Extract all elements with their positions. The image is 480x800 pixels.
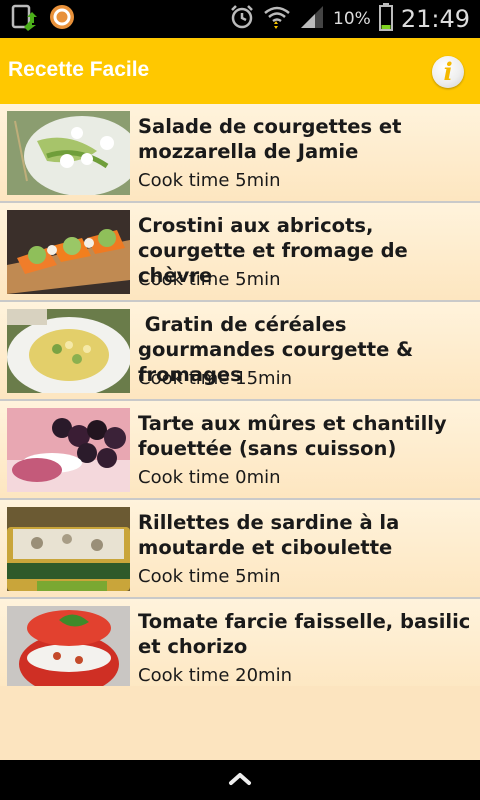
recipe-title: Salade de courgettes et mozzarella de Ja… bbox=[138, 115, 409, 163]
cook-time: Cook time 15min bbox=[138, 368, 292, 389]
system-status: 10% 21:49 bbox=[229, 0, 470, 38]
app-title: Recette Facile bbox=[8, 58, 150, 81]
list-item[interactable]: Crostini aux abricots, courgette et from… bbox=[0, 203, 480, 302]
recipe-thumbnail bbox=[7, 606, 130, 686]
recipe-thumbnail bbox=[7, 507, 130, 591]
info-button[interactable]: i bbox=[432, 56, 464, 88]
list-item[interactable]: Tomate farcie faisselle, basilic et chor… bbox=[0, 599, 480, 686]
recipe-thumbnail bbox=[7, 111, 130, 195]
alarm-icon bbox=[229, 4, 255, 34]
cook-time: Cook time 20min bbox=[138, 665, 292, 686]
action-bar: Recette Facile i bbox=[0, 38, 480, 104]
cook-time: Cook time 5min bbox=[138, 170, 281, 191]
chevron-up-icon[interactable] bbox=[228, 770, 252, 792]
app-notification-icon bbox=[48, 3, 76, 35]
recipe-thumbnail bbox=[7, 210, 130, 294]
cook-time: Cook time 5min bbox=[138, 566, 281, 587]
list-item[interactable]: Salade de courgettes et mozzarella de Ja… bbox=[0, 104, 480, 203]
signal-icon bbox=[299, 4, 325, 34]
recipe-title: Tomate farcie faisselle, basilic et chor… bbox=[138, 610, 478, 658]
info-icon: i bbox=[443, 57, 453, 86]
list-item[interactable]: Rillettes de sardine à la moutarde et ci… bbox=[0, 500, 480, 599]
battery-percent: 10% bbox=[333, 9, 371, 29]
clock: 21:49 bbox=[400, 5, 470, 33]
recipe-title: Tarte aux mûres et chantilly fouettée (s… bbox=[138, 412, 454, 460]
upload-notification-icon bbox=[10, 3, 38, 35]
wifi-icon bbox=[263, 4, 291, 34]
cook-time: Cook time 5min bbox=[138, 269, 281, 290]
cook-time: Cook time 0min bbox=[138, 467, 281, 488]
notification-area bbox=[10, 4, 76, 34]
recipe-thumbnail bbox=[7, 408, 130, 492]
list-item[interactable]: Gratin de céréales gourmandes courgette … bbox=[0, 302, 480, 401]
bottom-bar bbox=[0, 760, 480, 800]
battery-icon bbox=[378, 3, 393, 35]
recipe-list[interactable]: Salade de courgettes et mozzarella de Ja… bbox=[0, 104, 480, 686]
status-bar: 10% 21:49 bbox=[0, 0, 480, 38]
list-item[interactable]: Tarte aux mûres et chantilly fouettée (s… bbox=[0, 401, 480, 500]
recipe-thumbnail bbox=[7, 309, 130, 393]
recipe-title: Rillettes de sardine à la moutarde et ci… bbox=[138, 511, 407, 559]
